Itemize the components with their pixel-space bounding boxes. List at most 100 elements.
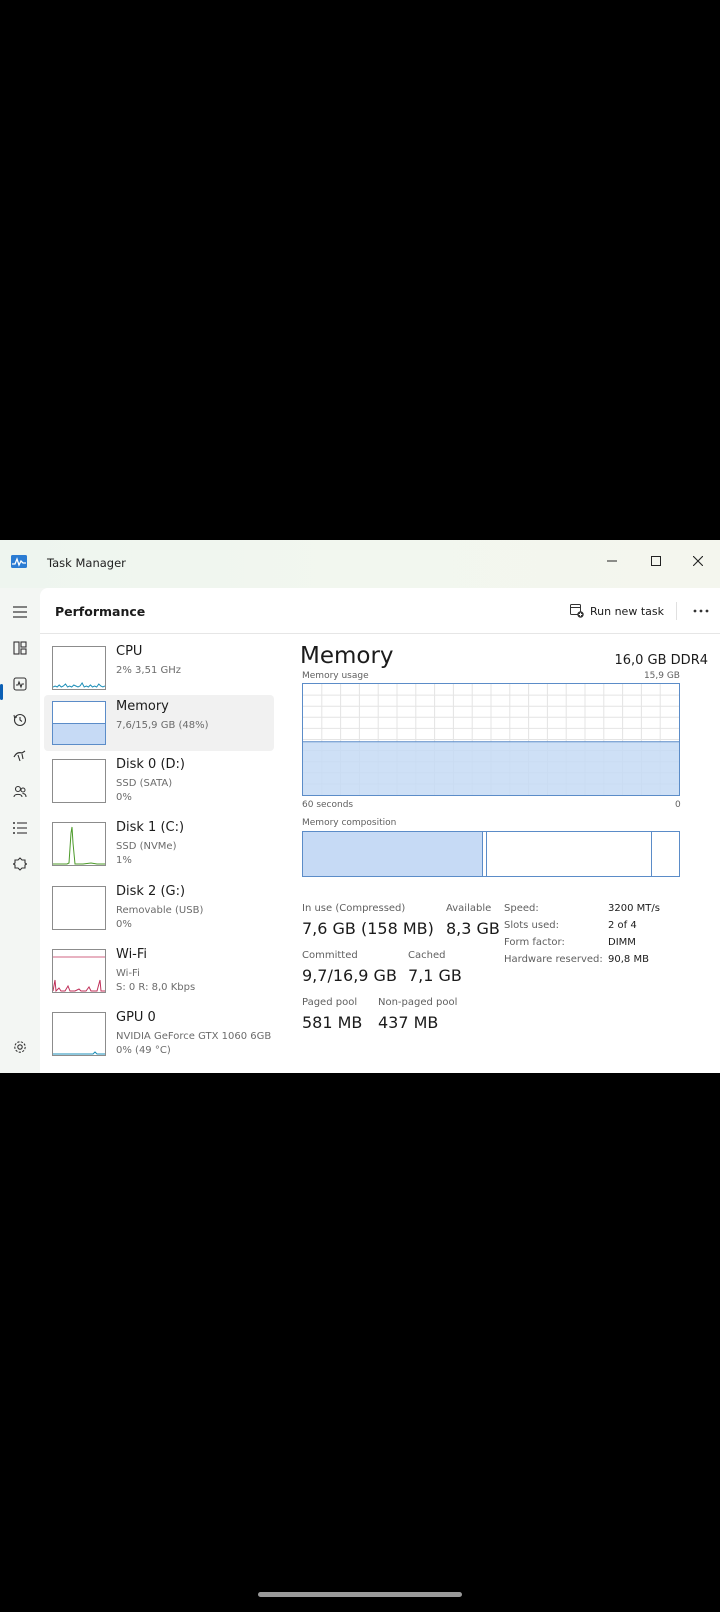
app-history-icon [13, 713, 27, 727]
minimize-button[interactable] [594, 548, 630, 574]
startup-apps-icon [13, 750, 26, 762]
task-manager-app-icon [11, 555, 27, 568]
nav-active-indicator [0, 684, 3, 700]
non-paged-pool-label: Non-paged pool [378, 997, 458, 1008]
resource-detail: 7,6/15,9 GB (48%) [116, 720, 209, 731]
page-header: Performance Run new task [40, 588, 720, 634]
maximize-button[interactable] [638, 548, 674, 574]
resource-item-gpu-0[interactable]: GPU 0 NVIDIA GeForce GTX 1060 6GB 0% (49… [44, 1006, 274, 1062]
non-paged-pool-value: 437 MB [378, 1013, 439, 1032]
resource-usage: 0% (49 °C) [116, 1045, 171, 1056]
close-button[interactable] [680, 548, 716, 574]
resource-item-wifi[interactable]: Wi-Fi Wi-Fi S: 0 R: 8,0 Kbps [44, 943, 274, 999]
resource-name: Wi-Fi [116, 947, 148, 962]
disk-1-thumbnail-graph [52, 822, 106, 866]
composition-standby [487, 832, 652, 876]
memory-title: Memory [300, 643, 394, 669]
resource-name: Disk 0 (D:) [116, 757, 185, 772]
resource-name: GPU 0 [116, 1010, 156, 1025]
gpu-0-thumbnail-graph [52, 1012, 106, 1056]
resource-name: Memory [116, 699, 169, 714]
spec-slots-value: 2 of 4 [608, 920, 637, 931]
disk-0-thumbnail-graph [52, 759, 106, 803]
spec-form-factor-label: Form factor: [504, 937, 565, 948]
spec-hardware-reserved-value: 90,8 MB [608, 954, 649, 965]
resource-item-disk-2[interactable]: Disk 2 (G:) Removable (USB) 0% [44, 880, 274, 936]
task-manager-window: Task Manager Performance Run new task CP… [0, 540, 720, 1073]
hamburger-menu-icon [13, 606, 27, 618]
resource-name: Disk 2 (G:) [116, 884, 186, 899]
resource-item-disk-1[interactable]: Disk 1 (C:) SSD (NVMe) 1% [44, 816, 274, 872]
nav-processes[interactable] [7, 635, 33, 661]
nav-performance[interactable] [7, 671, 33, 697]
services-icon [13, 857, 27, 871]
nav-details[interactable] [7, 815, 33, 841]
cpu-thumbnail-graph [52, 646, 106, 690]
nav-users[interactable] [7, 779, 33, 805]
maximize-icon [651, 556, 661, 566]
resource-usage: 1% [116, 855, 132, 866]
resource-item-disk-0[interactable]: Disk 0 (D:) SSD (SATA) 0% [44, 753, 274, 809]
resource-name: CPU [116, 644, 143, 659]
resource-usage: 0% [116, 919, 132, 930]
in-use-value: 7,6 GB (158 MB) [302, 919, 434, 938]
cached-label: Cached [408, 950, 446, 961]
memory-spec: 16,0 GB DDR4 [614, 653, 708, 668]
nav-app-history[interactable] [7, 707, 33, 733]
available-label: Available [446, 903, 492, 914]
settings-icon [14, 1041, 26, 1053]
spec-slots-label: Slots used: [504, 920, 559, 931]
resource-item-memory[interactable]: Memory 7,6/15,9 GB (48%) [44, 695, 274, 751]
spec-hardware-reserved-label: Hardware reserved: [504, 954, 603, 965]
resource-detail: SSD (NVMe) [116, 841, 177, 852]
available-value: 8,3 GB [446, 919, 500, 938]
run-new-task-button[interactable]: Run new task [570, 598, 664, 624]
composition-in-use [303, 832, 483, 876]
memory-detail-panel: Memory 16,0 GB DDR4 Memory usage 15,9 GB… [300, 643, 710, 1073]
title-bar: Task Manager [0, 540, 720, 588]
more-options-icon [693, 609, 709, 613]
hamburger-menu-button[interactable] [7, 599, 33, 625]
paged-pool-label: Paged pool [302, 997, 358, 1008]
committed-label: Committed [302, 950, 358, 961]
resource-item-cpu[interactable]: CPU 2% 3,51 GHz [44, 640, 274, 696]
resource-usage: S: 0 R: 8,0 Kbps [116, 982, 196, 993]
header-separator [676, 602, 677, 620]
resource-detail: SSD (SATA) [116, 778, 173, 789]
nav-startup-apps[interactable] [7, 743, 33, 769]
performance-icon [13, 677, 27, 691]
memory-thumbnail-fill [53, 722, 105, 744]
resource-list: CPU 2% 3,51 GHz Memory 7,6/15,9 GB (48%)… [40, 636, 280, 1073]
memory-composition-bar [302, 831, 680, 877]
processes-icon [13, 641, 27, 655]
nav-services[interactable] [7, 851, 33, 877]
close-icon [693, 556, 703, 566]
spec-speed-label: Speed: [504, 903, 539, 914]
memory-thumbnail-graph [52, 701, 106, 745]
more-options-button[interactable] [688, 600, 714, 622]
users-icon [13, 785, 27, 798]
memory-usage-graph [302, 683, 680, 796]
memory-usage-area [303, 741, 679, 795]
wifi-thumbnail-graph [52, 949, 106, 993]
page-title: Performance [55, 604, 146, 619]
memory-composition-label: Memory composition [302, 818, 397, 828]
composition-free [652, 832, 678, 876]
spec-speed-value: 3200 MT/s [608, 903, 660, 914]
graph-time-start: 60 seconds [302, 800, 354, 810]
details-icon [13, 822, 27, 834]
resource-name: Disk 1 (C:) [116, 820, 185, 835]
resource-detail: Removable (USB) [116, 905, 204, 916]
run-new-task-label: Run new task [590, 604, 664, 618]
minimize-icon [607, 560, 617, 562]
content-pane: Performance Run new task CPU 2% 3,51 GHz [40, 588, 720, 1073]
resource-detail: Wi-Fi [116, 968, 140, 979]
nav-settings[interactable] [7, 1034, 33, 1060]
committed-value: 9,7/16,9 GB [302, 966, 397, 985]
resource-usage: 0% [116, 792, 132, 803]
memory-usage-label: Memory usage [302, 671, 369, 681]
cached-value: 7,1 GB [408, 966, 462, 985]
home-indicator[interactable] [258, 1592, 462, 1597]
navigation-rail [0, 588, 40, 1073]
resource-detail: 2% 3,51 GHz [116, 665, 182, 676]
